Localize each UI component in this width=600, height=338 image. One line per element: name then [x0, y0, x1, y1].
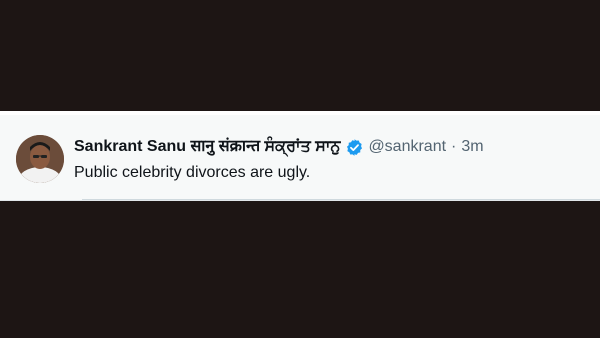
tweet-header: Sankrant Sanu सानु संक्रान्त ਸੰਕ੍ਰਾਂਤ ਸਾ…	[74, 137, 484, 157]
avatar[interactable]	[16, 135, 64, 183]
user-handle[interactable]: @sankrant	[368, 137, 446, 157]
verified-badge-icon	[345, 138, 364, 157]
card-divider	[82, 199, 600, 200]
display-name[interactable]: Sankrant Sanu सानु संक्रान्त ਸੰਕ੍ਰਾਂਤ ਸਾ…	[74, 137, 340, 157]
timestamp[interactable]: 3m	[461, 137, 483, 157]
separator-dot: ·	[451, 138, 457, 155]
tweet-text: Public celebrity divorces are ugly.	[74, 164, 311, 181]
tweet-card[interactable]: Sankrant Sanu सानु संक्रान्त ਸੰਕ੍ਰਾਂਤ ਸਾ…	[0, 111, 600, 201]
